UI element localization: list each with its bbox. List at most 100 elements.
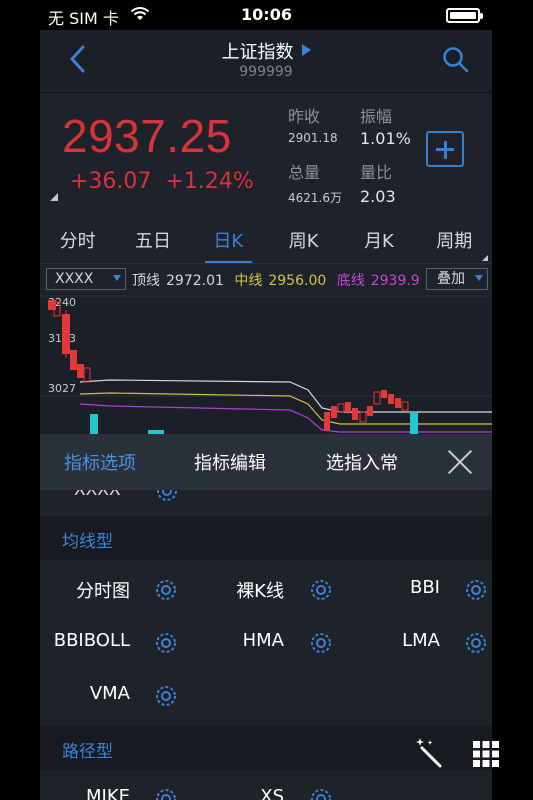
battery-icon	[446, 8, 483, 23]
page-title-text: 上证指数	[221, 42, 294, 63]
gear-icon[interactable]	[154, 490, 180, 504]
status-bar: 无 SIM 卡 10:06	[0, 0, 533, 30]
tab-weekly-k[interactable]: 周K	[266, 222, 341, 263]
gear-icon[interactable]	[153, 630, 179, 656]
gear-icon[interactable]	[308, 630, 334, 656]
kline-chart[interactable]: 3240 3133 3027	[40, 294, 492, 434]
candle	[70, 350, 77, 370]
grid-icon[interactable]	[472, 740, 500, 768]
list-item[interactable]: XXXX	[40, 490, 492, 512]
indicator-dropdown[interactable]: XXXX	[46, 268, 126, 290]
gear-icon[interactable]	[153, 786, 179, 800]
candle	[90, 414, 98, 434]
mid-line-value: 2956.00	[268, 273, 327, 289]
gear-icon[interactable]	[463, 630, 489, 656]
option-item[interactable]: LMA	[360, 630, 440, 651]
title-arrow-icon	[301, 44, 311, 56]
candle	[324, 412, 330, 430]
chevron-down-icon	[113, 275, 121, 281]
chevron-down-icon	[475, 275, 483, 281]
tab-period[interactable]: 周期	[417, 222, 492, 263]
volume-label: 总量	[288, 163, 321, 182]
gear-icon[interactable]	[153, 577, 179, 603]
section-title: 路径型	[62, 742, 113, 762]
tab-five-day[interactable]: 五日	[115, 222, 190, 263]
candle	[381, 390, 387, 398]
list-item-label: XXXX	[74, 490, 121, 500]
stock-code: 999999	[239, 64, 293, 80]
change-value: +36.07	[70, 169, 152, 194]
quote-panel: 2937.25 +36.07 +1.24% 昨收 2901.18 振幅 1.01%…	[40, 92, 492, 222]
tab-add-to-common[interactable]: 选指入常	[326, 449, 398, 475]
candle	[77, 364, 84, 378]
amplitude-value: 1.01%	[360, 129, 411, 148]
gear-icon[interactable]	[308, 577, 334, 603]
bottom-line-series	[79, 403, 492, 433]
change-percent: +1.24%	[165, 169, 254, 194]
option-item[interactable]: 裸K线	[190, 577, 284, 603]
tab-monthly-k[interactable]: 月K	[341, 222, 416, 263]
candle	[331, 406, 337, 418]
add-watchlist-button[interactable]	[426, 131, 464, 167]
prev-close-value: 2901.18	[288, 131, 338, 145]
app-window: 上证指数 999999 2937.25 +36.07 +1.24% 昨收 2901…	[40, 30, 492, 800]
section-title: 均线型	[62, 532, 113, 552]
candle	[337, 403, 345, 413]
close-icon[interactable]	[446, 448, 474, 476]
volume-ratio-label: 量比	[360, 163, 393, 182]
section-header: 均线型	[40, 516, 492, 560]
tab-indicator-edit[interactable]: 指标编辑	[194, 449, 266, 475]
candle	[83, 367, 91, 383]
option-item[interactable]: BBIBOLL	[40, 630, 130, 651]
tab-indicator-options[interactable]: 指标选项	[64, 449, 136, 475]
gear-icon[interactable]	[463, 577, 489, 603]
period-tabs: 分时 五日 日K 周K 月K 周期	[40, 222, 492, 264]
candle	[352, 408, 358, 420]
bottom-line-value: 2939.9	[370, 273, 420, 289]
candle	[359, 411, 367, 423]
candle	[388, 394, 394, 404]
mid-line-label: 中线	[234, 273, 263, 289]
bottom-line-label: 底线	[336, 273, 365, 289]
volume-ratio-value: 2.03	[360, 187, 396, 206]
tab-daily-k[interactable]: 日K	[191, 222, 266, 263]
nav-bar: 上证指数 999999	[40, 30, 492, 92]
mid-line-series	[79, 392, 492, 425]
gear-icon[interactable]	[308, 786, 334, 800]
candle	[410, 412, 418, 434]
option-item[interactable]: BBI	[360, 577, 440, 598]
candle	[373, 391, 381, 405]
option-item[interactable]: MIKE	[40, 786, 130, 800]
tab-period-label: 周期	[436, 231, 473, 252]
option-item[interactable]: HMA	[190, 630, 284, 651]
candle	[401, 401, 409, 411]
top-line-label: 顶线	[132, 273, 160, 289]
top-line-value: 2972.01	[166, 273, 224, 289]
y-tick-label: 3027	[48, 382, 76, 395]
candle	[345, 402, 351, 412]
option-item[interactable]: 分时图	[40, 577, 130, 603]
price-change: +36.07 +1.24%	[70, 169, 268, 194]
current-price: 2937.25	[62, 110, 232, 162]
candle	[367, 406, 373, 416]
overlay-label: 叠加	[437, 271, 465, 287]
overlay-dropdown[interactable]: 叠加	[426, 268, 488, 290]
indicator-values: 顶线 2972.01 中线 2956.00 底线 2939.9	[132, 270, 432, 290]
prev-close-label: 昨收	[288, 107, 321, 126]
gear-icon[interactable]	[153, 683, 179, 709]
magic-wand-icon[interactable]	[414, 736, 446, 768]
corner-indicator	[481, 255, 488, 261]
amplitude-label: 振幅	[360, 107, 393, 126]
indicator-bar: XXXX 顶线 2972.01 中线 2956.00 底线 2939.9 叠加	[40, 266, 492, 294]
volume-value: 4621.6万	[288, 191, 342, 205]
candle	[395, 398, 401, 408]
tab-minute[interactable]: 分时	[40, 222, 115, 263]
option-item[interactable]: VMA	[40, 683, 130, 704]
corner-indicator	[50, 193, 58, 201]
page-title[interactable]: 上证指数	[40, 38, 492, 64]
panel-header: 指标选项 指标编辑 选指入常	[40, 434, 492, 490]
option-item[interactable]: XS	[190, 786, 284, 800]
indicator-selected: XXXX	[55, 271, 94, 287]
candlesticks	[48, 300, 418, 434]
search-icon[interactable]	[442, 46, 470, 74]
